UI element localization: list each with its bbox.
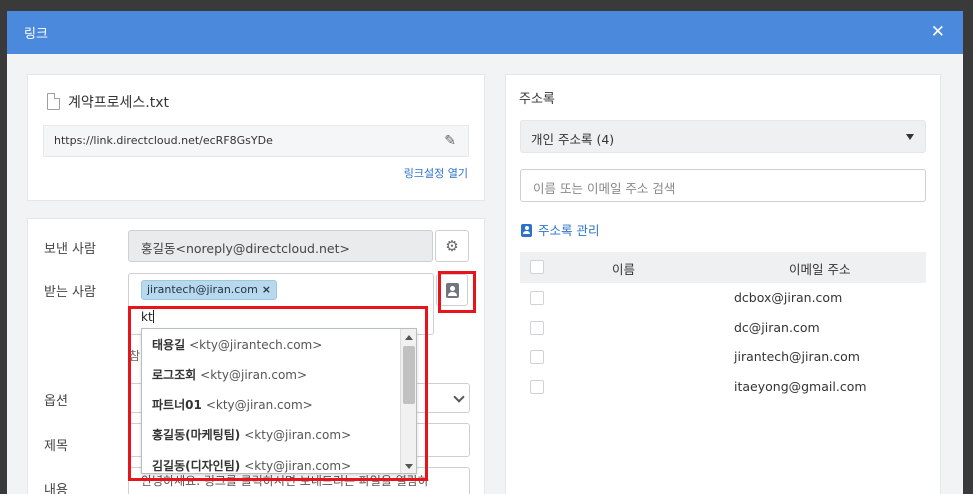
row-email: dcbox@jiran.com <box>734 290 843 305</box>
link-url-field[interactable]: https://link.directcloud.net/ecRF8GsYDe … <box>43 125 469 157</box>
autocomplete-name: 김길동(디자인팀) <box>152 459 241 473</box>
remove-tag-icon[interactable]: × <box>262 283 271 296</box>
autocomplete-name: 홍길동(마케팅팀) <box>152 428 241 442</box>
gear-icon[interactable]: ⚙ <box>435 230 469 262</box>
recipient-label: 받는 사람 <box>44 285 96 300</box>
sender-field: 홍길동<noreply@directcloud.net> <box>128 230 433 262</box>
autocomplete-dropdown: 태용길 <kty@jirantech.com> 로그조회 <kty@jiran.co… <box>141 328 417 474</box>
row-checkbox[interactable] <box>530 291 544 305</box>
content-text: 안녕하세요. 링크를 클릭하시면 보내드리는 파일을 열람하 <box>141 474 429 488</box>
autocomplete-email: <kty@jirantech.com> <box>189 338 323 352</box>
autocomplete-item[interactable]: 로그조회 <kty@jiran.com> <box>142 359 402 389</box>
recipient-tag: jirantech@jiran.com × <box>141 280 278 300</box>
recipient-typed-text[interactable]: kt <box>141 310 154 324</box>
autocomplete-email: <kty@jiran.com> <box>244 428 352 442</box>
scrollbar-thumb[interactable] <box>403 346 415 404</box>
scroll-up-icon[interactable] <box>405 335 413 340</box>
options-label: 옵션 <box>44 394 68 409</box>
row-checkbox[interactable] <box>530 350 544 364</box>
address-book-icon <box>521 224 532 237</box>
scroll-down-icon[interactable] <box>405 464 413 469</box>
text-caret <box>152 310 154 323</box>
pencil-icon[interactable]: ✎ <box>444 133 456 149</box>
autocomplete-name: 파트너01 <box>152 398 202 412</box>
recipient-input[interactable]: jirantech@jiran.com × kt <box>128 273 434 335</box>
address-search-input[interactable]: 이름 또는 이메일 주소 검색 <box>520 169 926 202</box>
autocomplete-item[interactable]: 홍길동(마케팅팀) <kty@jiran.com> <box>142 419 402 449</box>
autocomplete-item[interactable]: 태용길 <kty@jirantech.com> <box>142 329 402 359</box>
autocomplete-item[interactable]: 김길동(디자인팀) <kty@jiran.com> <box>142 450 402 473</box>
dropdown-scrollbar[interactable] <box>400 329 416 473</box>
close-icon[interactable]: ✕ <box>931 22 945 42</box>
manage-address-book-link[interactable]: 주소록 관리 <box>521 220 599 239</box>
address-book-title: 주소록 <box>519 92 555 107</box>
link-url-text: https://link.directcloud.net/ecRF8GsYDe <box>54 134 273 147</box>
content-label: 내용 <box>44 483 68 494</box>
caret-down-icon <box>906 134 914 140</box>
sender-label: 보낸 사람 <box>44 242 96 257</box>
manage-address-book-label: 주소록 관리 <box>538 223 600 238</box>
column-header-name: 이름 <box>612 262 636 277</box>
address-table-header: 이름 이메일 주소 <box>520 252 926 283</box>
autocomplete-name: 태용길 <box>152 338 186 352</box>
typed-value: kt <box>141 310 153 324</box>
address-book-selected: 개인 주소록 (4) <box>531 132 615 147</box>
dialog-title: 링크 <box>24 27 48 42</box>
table-row[interactable]: jirantech@jiran.com <box>520 342 926 372</box>
file-panel: 계약프로세스.txt https://link.directcloud.net/… <box>27 74 485 201</box>
autocomplete-name: 로그조회 <box>152 368 197 382</box>
file-name: 계약프로세스.txt <box>68 95 169 111</box>
autocomplete-item[interactable]: 파트너01 <kty@jiran.com> <box>142 389 402 419</box>
dialog-header: 링크 ✕ <box>7 11 963 54</box>
hint-text: 참 <box>129 349 141 363</box>
row-email: itaeyong@gmail.com <box>734 379 867 394</box>
autocomplete-email: <kty@jiran.com> <box>200 368 308 382</box>
column-header-email: 이메일 주소 <box>789 262 851 277</box>
subject-label: 제목 <box>44 439 68 454</box>
address-search-placeholder: 이름 또는 이메일 주소 검색 <box>533 181 676 196</box>
row-email: dc@jiran.com <box>734 320 820 335</box>
select-all-checkbox[interactable] <box>530 260 544 274</box>
address-book-icon <box>446 283 459 298</box>
autocomplete-email: <kty@jiran.com> <box>205 398 313 412</box>
recipient-tag-label: jirantech@jiran.com <box>147 283 258 296</box>
chevron-down-icon <box>453 391 465 403</box>
link-settings-link[interactable]: 링크설정 열기 <box>404 165 468 181</box>
row-checkbox[interactable] <box>530 380 544 394</box>
table-row[interactable]: dc@jiran.com <box>520 313 926 343</box>
table-row[interactable]: dcbox@jiran.com <box>520 283 926 313</box>
autocomplete-email: <kty@jiran.com> <box>244 459 352 473</box>
file-icon <box>47 93 60 110</box>
address-book-panel: 주소록 개인 주소록 (4) 이름 또는 이메일 주소 검색 주소록 관리 이름… <box>505 74 941 494</box>
sender-value: 홍길동<noreply@directcloud.net> <box>141 241 350 256</box>
table-row[interactable]: itaeyong@gmail.com <box>520 372 926 402</box>
address-book-select[interactable]: 개인 주소록 (4) <box>520 120 926 153</box>
address-book-button[interactable] <box>436 274 468 306</box>
row-checkbox[interactable] <box>530 321 544 335</box>
row-email: jirantech@jiran.com <box>734 349 860 364</box>
